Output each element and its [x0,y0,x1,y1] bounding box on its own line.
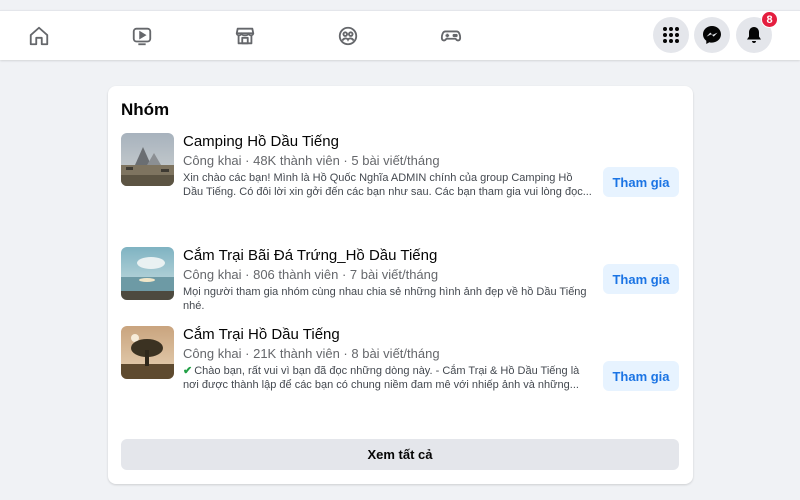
join-group-button[interactable]: Tham gia [603,361,679,391]
group-thumbnail[interactable] [121,247,174,300]
group-item: Cắm Trại Bãi Đá Trứng_Hồ Dầu Tiếng Công … [121,247,681,317]
gaming-icon[interactable] [437,22,465,50]
join-group-button[interactable]: Tham gia [603,167,679,197]
groups-card-title: Nhóm [121,100,170,119]
group-description: Mọi người tham gia nhóm cùng nhau chia s… [183,285,595,313]
group-meta: Công khai · 21K thành viên · 8 bài viết/… [183,346,440,361]
group-thumbnail[interactable] [121,326,174,379]
home-icon[interactable] [25,22,53,50]
group-description-text: Chào bạn, rất vui vì bạn đã đọc những dò… [183,365,580,391]
menu-grid-icon[interactable] [653,17,689,53]
group-description-text: Xin chào các bạn! Mình là Hồ Quốc Nghĩa … [183,172,592,198]
group-name[interactable]: Cắm Trại Bãi Đá Trứng_Hồ Dầu Tiếng [183,247,437,264]
group-description-text: Mọi người tham gia nhóm cùng nhau chia s… [183,286,587,312]
top-navigation-bar: 8 [0,10,800,60]
marketplace-icon[interactable] [231,22,259,50]
group-item: Camping Hồ Dầu Tiếng Công khai · 48K thà… [121,133,681,203]
see-all-button[interactable]: Xem tất cả [121,439,679,470]
group-description: ✔ Chào bạn, rất vui vì bạn đã đọc những d… [183,364,595,392]
check-icon: ✔ [183,365,193,377]
group-meta: Công khai · 806 thành viên · 7 bài viết/… [183,267,439,282]
group-name[interactable]: Camping Hồ Dầu Tiếng [183,133,339,150]
watch-icon[interactable] [128,22,156,50]
group-item: Cắm Trại Hồ Dầu Tiếng Công khai · 21K th… [121,326,681,396]
groups-icon[interactable] [334,22,362,50]
notifications-icon[interactable]: 8 [736,11,778,53]
messenger-icon[interactable] [694,17,730,53]
join-group-button[interactable]: Tham gia [603,264,679,294]
groups-card: Nhóm Camping Hồ Dầu Tiếng Công khai · 48… [108,86,693,484]
group-description: Xin chào các bạn! Mình là Hồ Quốc Nghĩa … [183,171,595,199]
group-thumbnail[interactable] [121,133,174,186]
group-name[interactable]: Cắm Trại Hồ Dầu Tiếng [183,326,340,343]
group-meta: Công khai · 48K thành viên · 5 bài viết/… [183,153,440,168]
notification-count-badge: 8 [761,11,778,28]
